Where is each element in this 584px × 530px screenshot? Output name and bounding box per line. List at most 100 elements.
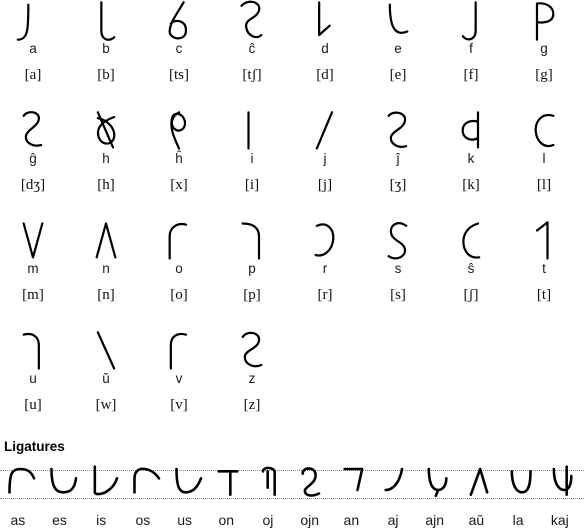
letter-cell: k [k] (442, 110, 515, 220)
lig-os-icon (125, 462, 167, 504)
ligatures-heading: Ligatures (4, 439, 65, 454)
letter-cell: m [m] (4, 220, 77, 330)
letter-cell: d [d] (296, 0, 369, 110)
lig-la-icon (500, 462, 542, 504)
latin-letter-label: k (467, 151, 475, 166)
letter-cell: ŭ [w] (77, 330, 150, 440)
latin-letter-label: ĵ (396, 151, 400, 166)
latin-letter-label: d (321, 41, 329, 56)
ipa-transcription: [g] (535, 67, 553, 83)
ipa-transcription: [k] (462, 177, 480, 193)
letter-cell: s [s] (369, 220, 442, 330)
latin-letter-label: e (394, 41, 402, 56)
latin-letter-label: f (469, 41, 473, 56)
ligature-guide-band (0, 462, 584, 504)
latin-letter-label: g (540, 41, 548, 56)
ipa-transcription: [s] (390, 287, 406, 303)
ipa-transcription: [w] (95, 397, 117, 413)
ligature-label: oj (262, 512, 274, 528)
ipa-transcription: [t] (536, 287, 552, 303)
letter-cell: r [r] (296, 220, 369, 330)
letter-cell: b [b] (77, 0, 150, 110)
letter-cell: ĉ [tʃ] (223, 0, 296, 110)
latin-letter-label: m (27, 261, 39, 276)
ligature-label-row: as es is os us on oj ojn an aj ajn aŭ la kaj (0, 510, 584, 530)
letter-cell: o [o] (150, 220, 223, 330)
ligature-label: as (10, 512, 26, 528)
letter-cell: j [j] (296, 110, 369, 220)
latin-letter-label: i (250, 151, 254, 166)
ipa-transcription: [a] (24, 67, 42, 83)
letter-cell: t [t] (515, 220, 584, 330)
latin-letter-label: ĝ (29, 151, 37, 166)
lig-aux-icon (459, 462, 501, 504)
ligature-label: is (96, 512, 107, 528)
latin-letter-label: c (175, 41, 183, 56)
ligature-label: us (177, 512, 192, 528)
ligature-label: os (135, 512, 151, 528)
latin-letter-label: j (323, 151, 327, 166)
ipa-transcription: [ts] (169, 67, 189, 83)
ipa-transcription: [v] (170, 397, 188, 413)
lig-ojn-icon (292, 462, 334, 504)
ligature-glyph-row (0, 462, 584, 504)
letter-cell: e [e] (369, 0, 442, 110)
latin-letter-label: p (248, 261, 256, 276)
latin-letter-label: s (394, 261, 402, 276)
ipa-transcription: [f] (463, 67, 479, 83)
ipa-transcription: [m] (22, 287, 44, 303)
ipa-transcription: [d] (316, 67, 334, 83)
ipa-transcription: [o] (170, 287, 188, 303)
latin-letter-label: ĥ (175, 151, 183, 166)
letter-cell: a [a] (4, 0, 77, 110)
latin-letter-label: u (29, 371, 37, 386)
ipa-transcription: [dʒ] (20, 177, 46, 193)
letter-cell: z [z] (223, 330, 296, 440)
ipa-transcription: [ʃ] (463, 287, 479, 303)
letter-cell: i [i] (223, 110, 296, 220)
letter-cell: l [l] (515, 110, 584, 220)
latin-letter-label: o (175, 261, 183, 276)
latin-letter-label: b (102, 41, 110, 56)
lig-on-icon (208, 462, 250, 504)
latin-letter-label: n (102, 261, 110, 276)
letter-cell: c [ts] (150, 0, 223, 110)
latin-letter-label: a (29, 41, 37, 56)
letter-cell: ŝ [ʃ] (442, 220, 515, 330)
ipa-transcription: [j] (317, 177, 333, 193)
lig-oj-icon (250, 462, 292, 504)
ipa-transcription: [b] (97, 67, 115, 83)
ligature-label: la (512, 512, 524, 528)
lig-us-icon (167, 462, 209, 504)
letter-cell: ĥ [x] (150, 110, 223, 220)
ligature-label: ajn (425, 512, 445, 528)
ligature-label: aj (387, 512, 399, 528)
lig-ajn-icon (417, 462, 459, 504)
ligature-label: on (218, 512, 235, 528)
letter-cell: u [u] (4, 330, 77, 440)
ligature-label: kaj (550, 512, 569, 528)
latin-letter-label: ŭ (102, 371, 110, 386)
ipa-transcription: [i] (244, 177, 260, 193)
letter-cell: p [p] (223, 220, 296, 330)
letter-cell: ĵ [ʒ] (369, 110, 442, 220)
latin-letter-label: r (322, 261, 328, 276)
letter-cell: v [v] (150, 330, 223, 440)
ipa-transcription: [r] (317, 287, 333, 303)
ipa-transcription: [tʃ] (242, 67, 262, 83)
ipa-transcription: [x] (170, 177, 188, 193)
ligature-label: an (343, 512, 360, 528)
ipa-transcription: [u] (24, 397, 42, 413)
alphabet-grid: a [a] b [b] c [ts] ĉ [tʃ] d [d] e [e] f [f] g [g] ĝ [dʒ] h… (0, 0, 584, 440)
letter-cell: ĝ [dʒ] (4, 110, 77, 220)
latin-letter-label: z (248, 371, 256, 386)
lig-as-icon (0, 462, 42, 504)
ipa-transcription: [l] (536, 177, 552, 193)
lig-an-icon (334, 462, 376, 504)
latin-letter-label: ĉ (248, 41, 256, 56)
latin-letter-label: t (542, 261, 546, 276)
letter-cell: f [f] (442, 0, 515, 110)
letter-cell: h [h] (77, 110, 150, 220)
ipa-transcription: [ʒ] (389, 177, 407, 193)
ipa-transcription: [n] (97, 287, 115, 303)
